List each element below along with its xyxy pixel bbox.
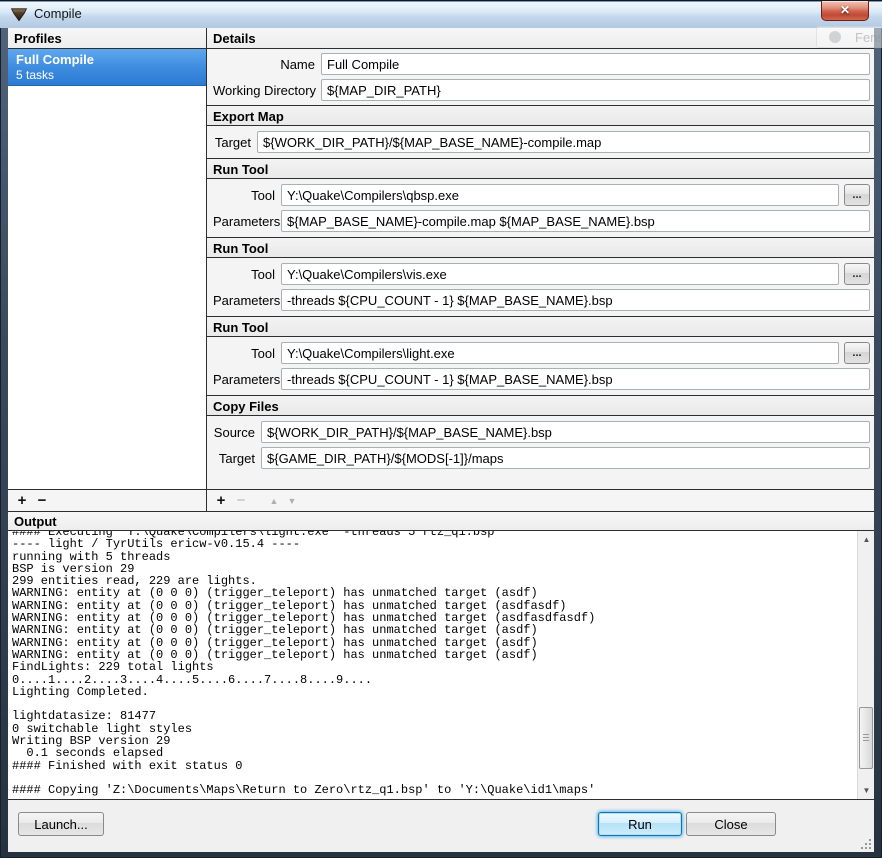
remove-task-button[interactable]: −: [233, 492, 249, 510]
task-section-copy: Copy Files Source Target: [207, 395, 874, 469]
parameters-input[interactable]: [281, 210, 870, 232]
parameters-label: Parameters: [213, 214, 275, 229]
footer-bar: Launch... Run Close: [8, 800, 874, 852]
name-input[interactable]: [321, 53, 870, 75]
profiles-header: Profiles: [8, 28, 206, 49]
console-line: #### Finished with exit status 0: [12, 760, 857, 772]
close-window-button[interactable]: ✕: [821, 1, 869, 21]
tool-input[interactable]: [281, 184, 839, 206]
section-title: Run Tool: [207, 237, 874, 258]
parameters-label: Parameters: [213, 372, 275, 387]
tool-input[interactable]: [281, 342, 839, 364]
browse-button[interactable]: ...: [844, 263, 870, 285]
dialog-content: Profiles Full Compile 5 tasks + − Detail…: [8, 28, 874, 852]
task-section-tool: Run Tool Tool... Parameters: [207, 158, 874, 232]
output-panel: Output #### Executing 'Y:\Quake\Compiler…: [8, 512, 874, 800]
profile-task-count: 5 tasks: [16, 68, 198, 83]
console-line: 0....1....2....3....4....5....6....7....…: [12, 674, 857, 686]
target-label: Target: [213, 135, 251, 150]
compile-dialog: Compile ✕ Fenste Profiles Full Compile 5…: [0, 0, 882, 858]
tasks-toolbar: + − ▲ ▼: [207, 489, 874, 511]
scroll-down-icon[interactable]: ▼: [858, 782, 874, 799]
parameters-input[interactable]: [281, 289, 870, 311]
console-line: WARNING: entity at (0 0 0) (trigger_tele…: [12, 587, 857, 599]
target-input[interactable]: [257, 131, 870, 153]
scroll-up-icon[interactable]: ▲: [858, 531, 874, 548]
target-label: Target: [213, 451, 255, 466]
output-scrollbar[interactable]: ▲ ▼: [857, 531, 874, 799]
move-task-up-button[interactable]: ▲: [267, 492, 281, 510]
console-line: Lighting Completed.: [12, 686, 857, 698]
tool-input[interactable]: [281, 263, 839, 285]
profile-list[interactable]: Full Compile 5 tasks: [8, 49, 206, 489]
source-label: Source: [213, 425, 255, 440]
details-sections: Export Map Target Run Tool Tool... Parameter…: [207, 105, 874, 469]
parameters-row: Parameters: [213, 210, 870, 232]
launch-button[interactable]: Launch...: [18, 812, 104, 836]
console-line: 0.1 seconds elapsed: [12, 747, 857, 759]
section-title: Run Tool: [207, 158, 874, 179]
name-label: Name: [213, 57, 315, 72]
tool-label: Tool: [213, 188, 275, 203]
working-directory-row: Working Directory: [213, 79, 870, 101]
task-section-tool: Run Tool Tool... Parameters: [207, 237, 874, 311]
scrollbar-grip: [863, 734, 869, 742]
profiles-panel: Profiles Full Compile 5 tasks + −: [8, 28, 207, 511]
section-title: Export Map: [207, 105, 874, 126]
main-split: Profiles Full Compile 5 tasks + − Detail…: [8, 28, 874, 512]
details-header: Details: [207, 28, 874, 49]
task-section-tool: Run Tool Tool... Parameters: [207, 316, 874, 390]
section-title: Run Tool: [207, 316, 874, 337]
details-panel: Details Name Working Directory Export Ma…: [207, 28, 874, 511]
parameters-input[interactable]: [281, 368, 870, 390]
details-body: Name Working Directory Export Map Target R…: [207, 49, 874, 489]
parameters-label: Parameters: [213, 293, 275, 308]
console-line: WARNING: entity at (0 0 0) (trigger_tele…: [12, 624, 857, 636]
source-input[interactable]: [261, 421, 870, 443]
trenchbroom-shield-icon: [10, 5, 28, 23]
console-text: #### Executing 'Y:\Quake\Compilers\light…: [8, 531, 857, 799]
scrollbar-thumb[interactable]: [859, 707, 873, 769]
console-line: FindLights: 229 total lights: [12, 661, 857, 673]
tool-row: Tool...: [213, 342, 870, 364]
working-directory-label: Working Directory: [213, 83, 315, 98]
run-button[interactable]: Run: [598, 812, 682, 836]
target-row: Target: [213, 447, 870, 469]
profile-item-selected[interactable]: Full Compile 5 tasks: [8, 49, 206, 86]
console-line: ---- light / TyrUtils ericw-v0.15.4 ----: [12, 538, 857, 550]
tool-label: Tool: [213, 267, 275, 282]
move-task-down-button[interactable]: ▼: [285, 492, 299, 510]
profile-name: Full Compile: [16, 52, 198, 68]
source-row: Source: [213, 421, 870, 443]
add-task-button[interactable]: +: [213, 492, 229, 510]
remove-profile-button[interactable]: −: [34, 492, 50, 510]
browse-button[interactable]: ...: [844, 342, 870, 364]
target-input[interactable]: [261, 447, 870, 469]
add-profile-button[interactable]: +: [14, 492, 30, 510]
title-bar[interactable]: Compile ✕: [0, 0, 882, 28]
task-section-export: Export Map Target: [207, 105, 874, 153]
console-line: running with 5 threads: [12, 551, 857, 563]
window-title: Compile: [34, 6, 82, 21]
console-line: lightdatasize: 81477: [12, 710, 857, 722]
tool-label: Tool: [213, 346, 275, 361]
parameters-row: Parameters: [213, 289, 870, 311]
target-row: Target: [213, 131, 870, 153]
tool-row: Tool...: [213, 184, 870, 206]
console-line: #### Copying 'Z:\Documents\Maps\Return t…: [12, 784, 857, 796]
close-button[interactable]: Close: [686, 812, 776, 836]
output-header: Output: [8, 512, 874, 531]
profiles-toolbar: + −: [8, 489, 206, 511]
resize-grip[interactable]: [859, 837, 871, 849]
name-row: Name: [213, 53, 870, 75]
tool-row: Tool...: [213, 263, 870, 285]
section-title: Copy Files: [207, 395, 874, 416]
working-directory-input[interactable]: [321, 79, 870, 101]
parameters-row: Parameters: [213, 368, 870, 390]
browse-button[interactable]: ...: [844, 184, 870, 206]
output-console[interactable]: #### Executing 'Y:\Quake\Compilers\light…: [8, 531, 874, 800]
